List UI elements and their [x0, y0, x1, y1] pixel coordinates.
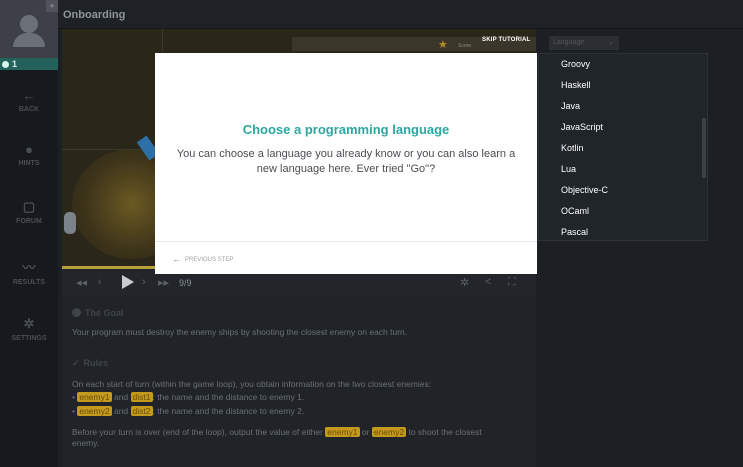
- sidebar-item-label: RESULTS: [12, 279, 46, 286]
- back-arrow-icon: ←: [22, 88, 36, 103]
- chevron-down-icon: ⌄: [608, 39, 614, 46]
- fast-forward-icon[interactable]: ▸▸: [158, 276, 169, 289]
- step-forward-icon[interactable]: ›: [142, 276, 146, 288]
- avatar-body-shape: [13, 33, 45, 47]
- sidebar-item-label: SETTINGS: [11, 335, 47, 342]
- goal-text: Your program must destroy the enemy ship…: [72, 327, 408, 337]
- variable-enemy2: enemy2: [371, 427, 407, 437]
- sidebar-item-label: HINTS: [18, 160, 40, 167]
- goal-title: The Goal: [85, 308, 124, 318]
- language-option[interactable]: Objective-C: [539, 180, 707, 201]
- results-chart-icon: 〰: [22, 260, 36, 275]
- bullet-text: : the name and the distance to enemy 1.: [152, 392, 305, 402]
- skip-tutorial-button[interactable]: SKIP TUTORIAL: [482, 37, 530, 43]
- lightbulb-icon: ●: [25, 142, 33, 157]
- dropdown-scrollbar[interactable]: [702, 118, 706, 178]
- avatar-head-shape: [20, 15, 38, 33]
- language-option[interactable]: JavaScript: [539, 117, 707, 138]
- sidebar-item-settings[interactable]: ✲ SETTINGS: [0, 316, 58, 342]
- language-option[interactable]: Pascal: [539, 222, 707, 240]
- settings-gear-icon[interactable]: ✲: [460, 276, 469, 289]
- rules-intro: On each start of turn (within the game l…: [72, 379, 432, 389]
- variable-dist1: dist1: [130, 392, 153, 402]
- page-title: Onboarding: [63, 9, 126, 21]
- target-icon: [72, 308, 81, 317]
- variable-dist2: dist2: [130, 406, 153, 416]
- variable-enemy1: enemy1: [77, 392, 112, 402]
- rules-title: Rules: [83, 358, 109, 368]
- sidebar-item-back[interactable]: ← BACK: [0, 88, 58, 113]
- step-back-icon[interactable]: ‹: [98, 276, 102, 288]
- joiner-text: and: [113, 392, 129, 402]
- modal-title: Choose a programming language: [242, 122, 450, 137]
- language-option[interactable]: Groovy: [539, 54, 707, 75]
- variable-enemy2: enemy2: [77, 406, 112, 416]
- score-label: Score: [458, 43, 472, 49]
- language-option[interactable]: OCaml: [539, 201, 707, 222]
- star-icon: ★: [438, 39, 448, 51]
- sidebar-item-hints[interactable]: ● HINTS: [0, 142, 58, 167]
- language-select[interactable]: Language ⌄: [549, 36, 619, 50]
- plus-icon[interactable]: +: [46, 0, 58, 12]
- closing-text: Before your turn is over (end of the loo…: [72, 427, 323, 437]
- app-root: + 1 ← BACK ● HINTS ▢ FORUM 〰 RESULTS ✲ S…: [0, 0, 743, 467]
- frame-counter: 9/9: [179, 278, 192, 288]
- level-badge: 1: [0, 58, 58, 70]
- sidebar-item-label: BACK: [18, 106, 40, 113]
- sidebar: + 1 ← BACK ● HINTS ▢ FORUM 〰 RESULTS ✲ S…: [0, 0, 58, 467]
- bullet-text: : the name and the distance to enemy 2.: [152, 406, 305, 416]
- player-ship-icon: [64, 212, 76, 234]
- avatar[interactable]: +: [0, 0, 58, 58]
- sidebar-item-results[interactable]: 〰 RESULTS: [0, 257, 58, 286]
- language-option[interactable]: Haskell: [539, 75, 707, 96]
- rules-closing: Before your turn is over (end of the loo…: [72, 427, 530, 449]
- closing-text: enemy.: [72, 438, 100, 448]
- joiner-text: and: [113, 406, 129, 416]
- language-option[interactable]: Kotlin: [539, 138, 707, 159]
- language-select-label: Language: [553, 39, 585, 46]
- rules-bullet-2: • enemy2 and dist2: the name and the dis…: [72, 406, 305, 416]
- goal-heading: The Goal: [72, 308, 124, 318]
- fullscreen-icon[interactable]: ⛶: [508, 276, 516, 289]
- sidebar-item-label: FORUM: [16, 218, 42, 225]
- share-icon[interactable]: <: [485, 276, 491, 288]
- forum-icon: ▢: [22, 199, 36, 214]
- rewind-icon[interactable]: ◂◂: [76, 276, 87, 289]
- closing-text: to shoot the closest: [408, 427, 482, 437]
- joiner-text: or: [361, 427, 370, 437]
- play-icon[interactable]: [122, 275, 134, 289]
- page-header: Onboarding: [58, 0, 743, 29]
- divider: [155, 241, 537, 242]
- rules-bullet-1: • enemy1 and dist1: the name and the dis…: [72, 392, 305, 402]
- previous-step-button[interactable]: ← PREVIOUS STEP: [172, 254, 233, 264]
- level-dot-icon: [2, 61, 9, 68]
- variable-enemy1: enemy1: [325, 427, 360, 437]
- arrow-left-icon: ←: [172, 254, 181, 264]
- previous-step-label: PREVIOUS STEP: [185, 257, 234, 263]
- problem-statement: The Goal Your program must destroy the e…: [62, 296, 536, 467]
- modal-body: You can choose a language you already kn…: [176, 148, 516, 175]
- language-option[interactable]: Lua: [539, 159, 707, 180]
- rules-heading: ✓ Rules: [72, 358, 108, 369]
- language-option[interactable]: Java: [539, 96, 707, 117]
- gear-icon: ✲: [23, 316, 35, 331]
- tutorial-modal: Choose a programming language You can ch…: [155, 53, 537, 274]
- level-value: 1: [12, 59, 18, 69]
- sidebar-item-forum[interactable]: ▢ FORUM: [0, 199, 58, 225]
- check-icon: ✓: [72, 358, 80, 368]
- language-dropdown-menu[interactable]: Groovy Haskell Java JavaScript Kotlin Lu…: [538, 53, 708, 241]
